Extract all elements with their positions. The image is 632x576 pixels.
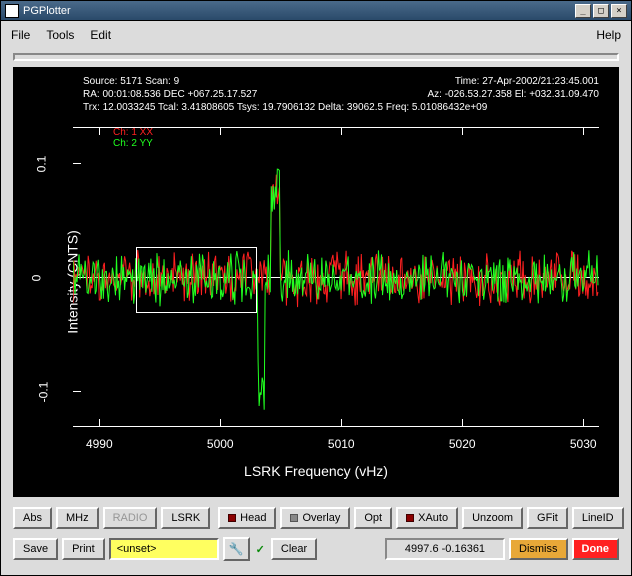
led-icon: [228, 514, 236, 522]
separator: [13, 53, 619, 61]
xtick: 5000: [207, 437, 234, 451]
header-trx: Trx: 12.0033245 Tcal: 3.41808605 Tsys: 1…: [83, 101, 599, 114]
toolbar-row-2: Save Print <unset> 🔧 ✓ Clear 4997.6 -0.1…: [1, 533, 631, 565]
header-azel: Az: -026.53.27.358 El: +032.31.09.470: [427, 88, 599, 101]
wrench-icon: 🔧: [229, 542, 244, 556]
xtick: 5030: [570, 437, 597, 451]
menu-help[interactable]: Help: [596, 28, 621, 42]
xtick: 4990: [86, 437, 113, 451]
gfit-button[interactable]: GFit: [527, 507, 568, 529]
abs-button[interactable]: Abs: [13, 507, 52, 529]
header-radec: RA: 00:01:08.536 DEC +067.25.17.527: [83, 88, 257, 101]
ytick: 0: [29, 275, 43, 282]
ytick: 0.1: [34, 156, 48, 173]
overlay-button[interactable]: Overlay: [280, 507, 350, 529]
minimize-button[interactable]: _: [575, 4, 591, 18]
wrench-button[interactable]: 🔧: [223, 537, 250, 561]
lsrk-button[interactable]: LSRK: [161, 507, 210, 529]
mhz-button[interactable]: MHz: [56, 507, 99, 529]
save-button[interactable]: Save: [13, 538, 58, 560]
close-button[interactable]: ×: [611, 4, 627, 18]
xtick: 5010: [328, 437, 355, 451]
done-button[interactable]: Done: [572, 538, 620, 560]
radio-button[interactable]: RADIO: [103, 507, 158, 529]
menu-edit[interactable]: Edit: [90, 28, 111, 42]
menubar: File Tools Edit Help: [1, 21, 631, 49]
ytick: -0.1: [36, 382, 50, 403]
unzoom-button[interactable]: Unzoom: [462, 507, 523, 529]
maximize-button[interactable]: □: [593, 4, 609, 18]
dismiss-button[interactable]: Dismiss: [509, 538, 568, 560]
xauto-button[interactable]: XAuto: [396, 507, 458, 529]
header-source: Source: 5171 Scan: 9: [83, 75, 179, 88]
filename-input[interactable]: <unset>: [109, 538, 219, 560]
head-button[interactable]: Head: [218, 507, 276, 529]
plot-header: Source: 5171 Scan: 9 Time: 27-Apr-2002/21…: [83, 75, 599, 114]
check-icon: ✓: [254, 543, 267, 556]
selection-box: [136, 247, 257, 313]
x-axis-label: LSRK Frequency (vHz): [244, 463, 388, 479]
xtick: 5020: [449, 437, 476, 451]
window-title: PGPlotter: [23, 5, 575, 17]
print-button[interactable]: Print: [62, 538, 105, 560]
titlebar: PGPlotter _ □ ×: [1, 1, 631, 21]
plot-area[interactable]: Source: 5171 Scan: 9 Time: 27-Apr-2002/21…: [13, 67, 619, 497]
header-time: Time: 27-Apr-2002/21:23:45.001: [455, 75, 599, 88]
led-icon: [290, 514, 298, 522]
app-icon: [5, 4, 19, 18]
clear-button[interactable]: Clear: [271, 538, 317, 560]
cursor-status: 4997.6 -0.16361: [385, 538, 505, 560]
opt-button[interactable]: Opt: [354, 507, 392, 529]
menu-tools[interactable]: Tools: [46, 28, 74, 42]
axes: -0.1 0 0.1 4990 5000 5010 5020 5030: [73, 127, 599, 427]
led-icon: [406, 514, 414, 522]
toolbar-row-1: Abs MHz RADIO LSRK Head Overlay Opt XAut…: [1, 503, 631, 533]
lineid-button[interactable]: LineID: [572, 507, 624, 529]
menu-file[interactable]: File: [11, 28, 30, 42]
